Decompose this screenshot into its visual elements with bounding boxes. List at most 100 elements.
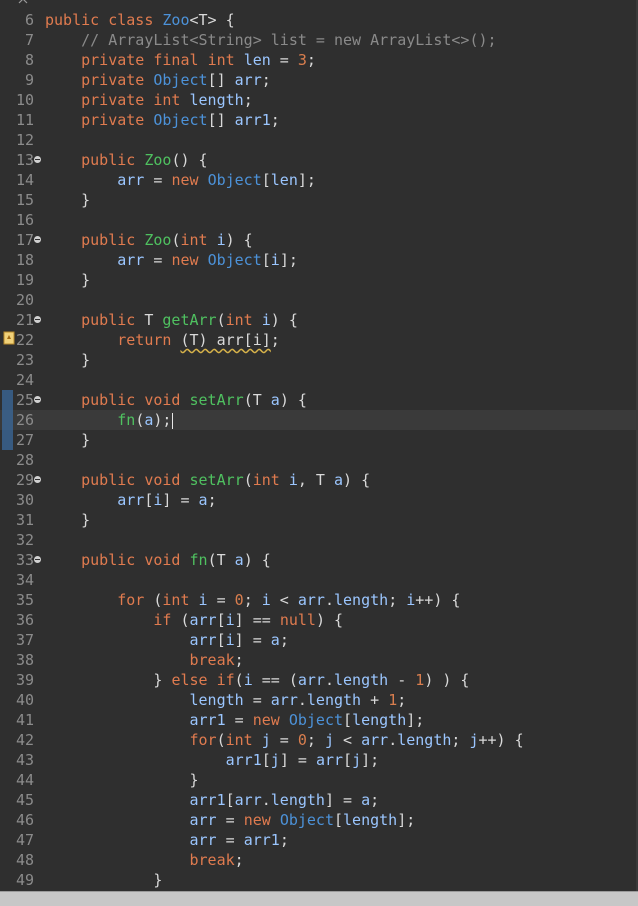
code-line[interactable]: 35 for (int i = 0; i < arr.length; i++) … — [0, 590, 636, 610]
code-line[interactable]: 49 } — [0, 870, 636, 890]
code-line[interactable]: 44 } — [0, 770, 636, 790]
code-line[interactable]: 6 public class Zoo<T> { — [0, 10, 636, 30]
code-line[interactable]: 41 arr1 = new Object[length]; — [0, 710, 636, 730]
code-text: arr = new Object[len]; — [45, 170, 316, 190]
code-line[interactable]: 13 public Zoo() { — [0, 150, 636, 170]
code-line[interactable]: 29 public void setArr(int i, T a) { — [0, 470, 636, 490]
code-token: arr — [297, 591, 325, 609]
code-line[interactable]: 18 arr = new Object[i]; — [0, 250, 636, 270]
code-line[interactable]: 38 break; — [0, 650, 636, 670]
fold-collapse-icon[interactable] — [34, 236, 41, 243]
code-token: ] = — [234, 631, 271, 649]
code-token: ] = — [162, 491, 199, 509]
code-line[interactable]: 20 — [0, 290, 636, 310]
code-line[interactable]: 23 } — [0, 350, 636, 370]
code-line[interactable]: 39 } else if(i == (arr.length - 1) ) { — [0, 670, 636, 690]
code-token: arr — [270, 691, 298, 709]
code-line[interactable]: 48 break; — [0, 850, 636, 870]
code-line[interactable]: 9 private Object[] arr; — [0, 70, 636, 90]
code-line[interactable]: 47 arr = arr1; — [0, 830, 636, 850]
code-line[interactable]: 30 arr[i] = a; — [0, 490, 636, 510]
code-token: a — [334, 471, 344, 489]
text-caret — [172, 412, 174, 429]
fold-collapse-icon[interactable] — [34, 316, 41, 323]
code-line[interactable]: 43 arr1[j] = arr[j]; — [0, 750, 636, 770]
code-line[interactable]: 34 — [0, 570, 636, 590]
code-token: setArr — [189, 391, 244, 409]
code-text: break; — [45, 850, 243, 870]
line-number: 37 — [15, 631, 34, 649]
code-token: break — [45, 651, 235, 669]
code-token: len — [243, 51, 271, 69]
code-line[interactable]: 12 — [0, 130, 636, 150]
line-number: 30 — [15, 491, 34, 509]
code-token: void — [144, 551, 190, 569]
code-token: null — [279, 611, 316, 629]
line-number: 25 — [15, 391, 34, 409]
code-text: public T getArr(int i) { — [45, 310, 298, 330]
code-line[interactable]: 37 arr[i] = a; — [0, 630, 636, 650]
code-token: int — [252, 471, 289, 489]
code-line[interactable]: 46 arr = new Object[length]; — [0, 810, 636, 830]
code-token: public — [45, 311, 145, 329]
code-line[interactable]: 11 private Object[] arr1; — [0, 110, 636, 130]
line-number: 8 — [24, 51, 34, 69]
code-token: + — [361, 691, 389, 709]
horizontal-scrollbar[interactable] — [0, 891, 638, 906]
code-line[interactable]: 24 — [0, 370, 636, 390]
code-token: i — [243, 671, 253, 689]
code-line[interactable]: 42 for(int j = 0; j < arr.length; j++) { — [0, 730, 636, 750]
code-token: } — [45, 351, 91, 369]
code-token: ) { — [279, 391, 307, 409]
code-line[interactable]: 32 — [0, 530, 636, 550]
fold-collapse-icon[interactable] — [34, 156, 41, 163]
line-number: 9 — [24, 71, 34, 89]
code-token: ]; — [406, 711, 425, 729]
code-line[interactable]: 31 } — [0, 510, 636, 530]
code-token: 0 — [234, 591, 244, 609]
code-line[interactable]: 28 — [0, 450, 636, 470]
code-line[interactable]: 27 } — [0, 430, 636, 450]
code-token: i — [406, 591, 416, 609]
code-token: length — [45, 691, 244, 709]
code-line[interactable]: 19 } — [0, 270, 636, 290]
code-line[interactable]: 22 return (T) arr[i]; — [0, 330, 636, 350]
code-editor[interactable]: 6 public class Zoo<T> {7 // ArrayList<Str… — [0, 0, 638, 891]
code-line[interactable]: 10 private int length; — [0, 90, 636, 110]
fold-collapse-icon[interactable] — [34, 396, 41, 403]
code-token: = — [270, 51, 298, 69]
code-line[interactable]: 8 private final int len = 3; — [0, 50, 636, 70]
code-token: void — [144, 471, 190, 489]
fold-collapse-icon[interactable] — [34, 476, 41, 483]
code-token: arr — [297, 671, 325, 689]
code-line[interactable]: 25 public void setArr(T a) { — [0, 390, 636, 410]
code-lines[interactable]: 6 public class Zoo<T> {7 // ArrayList<Str… — [0, 10, 636, 890]
code-line[interactable]: 21 public T getArr(int i) { — [0, 310, 636, 330]
code-line[interactable]: 36 if (arr[i] == null) { — [0, 610, 636, 630]
code-line[interactable]: 26 fn(a); — [0, 410, 636, 430]
code-text: arr1[j] = arr[j]; — [45, 750, 380, 770]
code-token: ++) { — [415, 591, 461, 609]
line-number: 6 — [24, 11, 34, 29]
code-line[interactable]: 17 public Zoo(int i) { — [0, 230, 636, 250]
code-text: public Zoo() { — [45, 150, 207, 170]
code-line[interactable]: 7 // ArrayList<String> list = new ArrayL… — [0, 30, 636, 50]
code-token: 3 — [297, 51, 307, 69]
code-line[interactable]: 16 — [0, 210, 636, 230]
code-line[interactable]: 40 length = arr.length + 1; — [0, 690, 636, 710]
code-line[interactable]: 45 arr1[arr.length] = a; — [0, 790, 636, 810]
code-line[interactable]: 33 public void fn(T a) { — [0, 550, 636, 570]
code-token: < — [270, 591, 298, 609]
warning-icon[interactable] — [3, 331, 15, 345]
code-token: [ — [261, 171, 271, 189]
code-text: private Object[] arr; — [45, 70, 271, 90]
code-token: arr — [45, 251, 145, 269]
fold-collapse-icon[interactable] — [34, 556, 41, 563]
code-line[interactable]: 15 } — [0, 190, 636, 210]
code-token: } — [45, 871, 163, 889]
code-text: } — [45, 190, 90, 210]
code-line[interactable]: 14 arr = new Object[len]; — [0, 170, 636, 190]
code-token: fn — [189, 551, 208, 569]
code-token: . — [388, 731, 398, 749]
code-token: length — [334, 591, 389, 609]
